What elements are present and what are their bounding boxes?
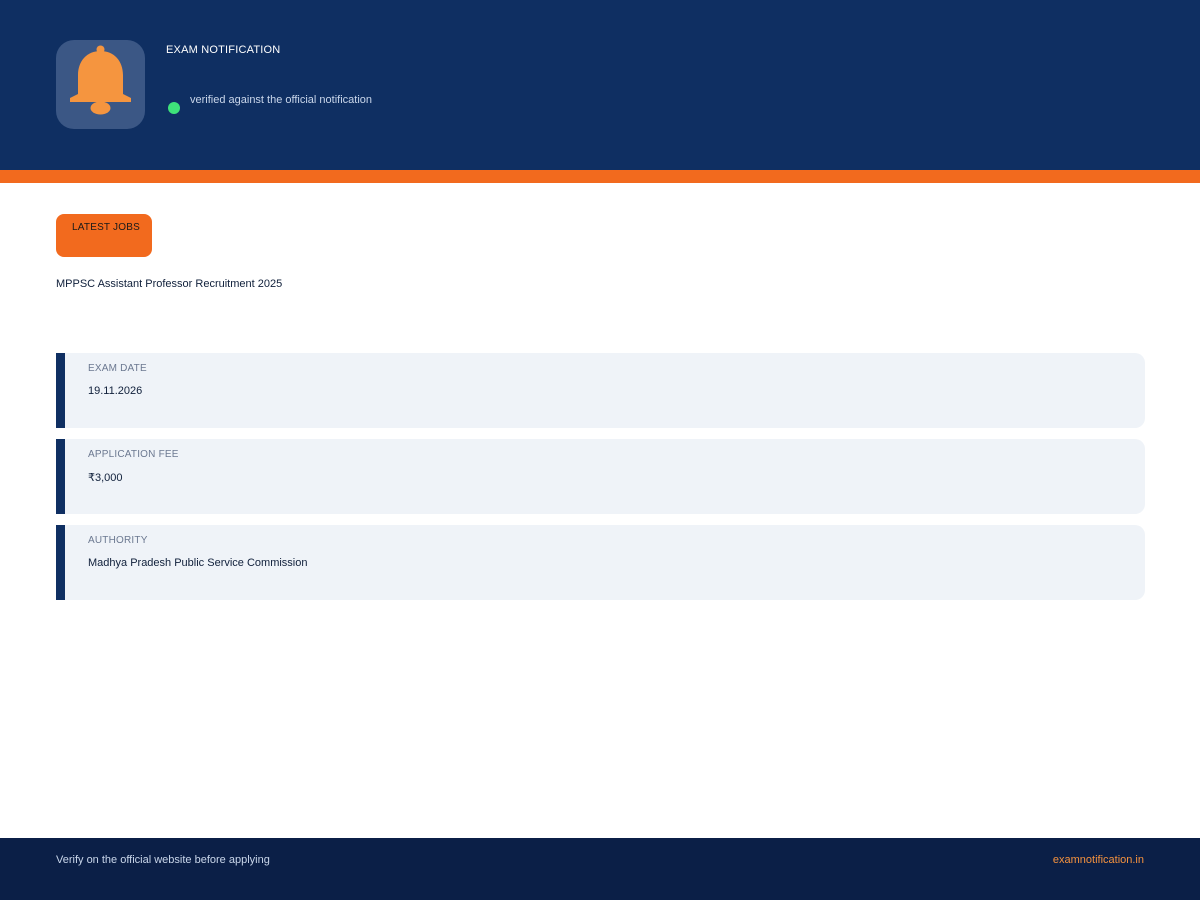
detail-label: EXAM DATE <box>88 363 147 374</box>
detail-value: ₹3,000 <box>88 472 123 484</box>
detail-card-exam-date: EXAM DATE 19.11.2026 <box>56 353 1145 428</box>
category-badge: LATEST JOBS <box>56 214 152 257</box>
job-title: MPPSC Assistant Professor Recruitment 20… <box>56 278 283 290</box>
header-banner: EXAM NOTIFICATION verified against the o… <box>0 0 1200 170</box>
detail-label: AUTHORITY <box>88 535 148 546</box>
notification-page: EXAM NOTIFICATION verified against the o… <box>0 0 1200 900</box>
accent-divider <box>0 170 1200 183</box>
logo-tile <box>56 40 145 129</box>
footer-disclaimer: Verify on the official website before ap… <box>56 854 270 866</box>
header-title: EXAM NOTIFICATION <box>166 44 281 56</box>
detail-value: Madhya Pradesh Public Service Commission <box>88 557 308 569</box>
detail-card-application-fee: APPLICATION FEE ₹3,000 <box>56 439 1145 514</box>
bell-icon <box>70 45 131 115</box>
detail-card-authority: AUTHORITY Madhya Pradesh Public Service … <box>56 525 1145 600</box>
detail-label: APPLICATION FEE <box>88 449 179 460</box>
verified-status-dot <box>168 102 180 114</box>
footer: Verify on the official website before ap… <box>0 838 1200 900</box>
detail-value: 19.11.2026 <box>88 385 143 397</box>
footer-site-link[interactable]: examnotification.in <box>1053 854 1144 866</box>
verified-status-text: verified against the official notificati… <box>190 94 373 106</box>
